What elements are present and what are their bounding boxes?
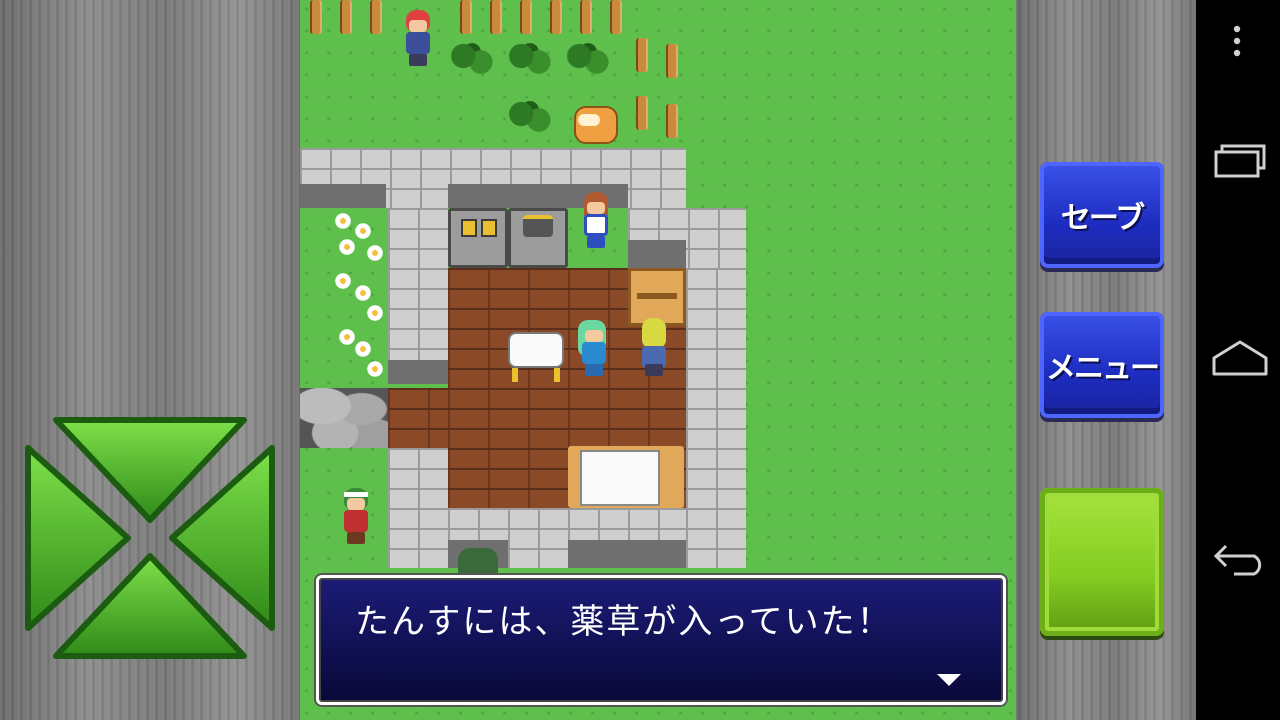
- save-button[interactable]: セーブ: [1040, 162, 1164, 268]
- wall-shadow: [300, 184, 386, 208]
- round-table: [508, 332, 564, 382]
- companion-blonde-boy[interactable]: [634, 316, 674, 376]
- fence-post: [666, 104, 678, 138]
- house-wall-left-lower: [388, 448, 448, 568]
- house-wall-left: [388, 208, 448, 368]
- bush: [450, 40, 494, 80]
- bed: [568, 446, 684, 508]
- npc-cat[interactable]: [568, 96, 620, 144]
- more-vert-icon[interactable]: [1231, 24, 1243, 58]
- continue-arrow-icon: [937, 674, 961, 686]
- house-wall-right: [686, 268, 746, 568]
- fence-post: [636, 96, 648, 130]
- dpad[interactable]: [20, 412, 280, 664]
- android-navigation-bar: [1196, 0, 1280, 720]
- bush: [508, 98, 552, 138]
- dialog-message: たんすには、薬草が入っていた！: [355, 602, 893, 642]
- wooden-fence: [300, 0, 630, 40]
- rock-path: [300, 388, 388, 448]
- npc-woman-maid[interactable]: [576, 190, 616, 250]
- fence-post: [636, 38, 648, 72]
- stove-with-pot[interactable]: [508, 208, 568, 268]
- fence-post: [666, 44, 678, 78]
- home-icon[interactable]: [1210, 338, 1270, 378]
- bush: [566, 40, 610, 80]
- menu-button[interactable]: メニュー: [1040, 312, 1164, 418]
- wall-shadow: [568, 540, 686, 568]
- npc-partial[interactable]: [458, 548, 498, 576]
- stove[interactable]: [448, 208, 508, 268]
- message-window[interactable]: たんすには、薬草が入っていた！: [316, 575, 1006, 705]
- action-button[interactable]: [1040, 488, 1164, 636]
- back-icon[interactable]: [1212, 540, 1270, 576]
- flower-bed: [330, 208, 388, 388]
- recents-icon[interactable]: [1212, 142, 1268, 178]
- doorway-floor: [388, 388, 448, 448]
- wall-shadow: [628, 240, 686, 268]
- wall-shadow: [388, 360, 448, 384]
- bush: [508, 40, 552, 80]
- npc-red-haired-man[interactable]: [398, 8, 438, 68]
- npc-headband-man[interactable]: [336, 486, 376, 546]
- player-green-haired-girl[interactable]: [574, 318, 614, 378]
